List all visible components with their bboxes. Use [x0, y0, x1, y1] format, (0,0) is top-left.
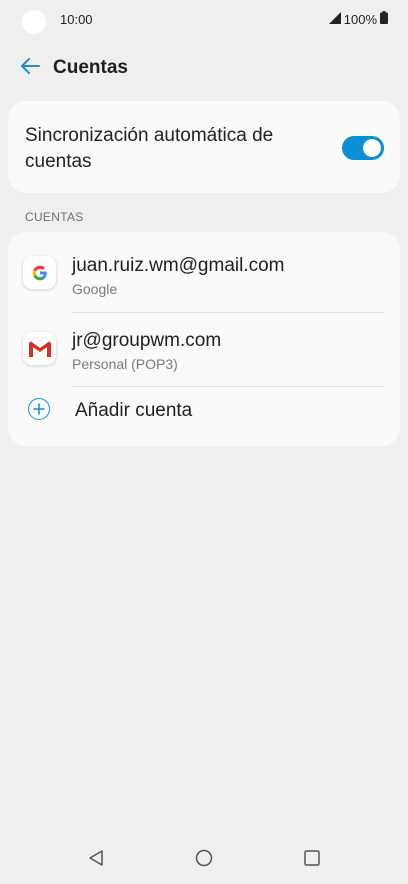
auto-sync-row[interactable]: Sincronización automática de cuentas: [8, 101, 400, 193]
account-type: Personal (POP3): [72, 356, 178, 372]
page-title: Cuentas: [53, 57, 128, 78]
status-bar: 10:00 100%: [0, 0, 408, 40]
nav-back-icon: [87, 849, 105, 872]
back-arrow-icon: [20, 57, 40, 80]
account-item-pop3[interactable]: jr@groupwm.com Personal (POP3): [8, 308, 400, 382]
auto-sync-toggle[interactable]: [342, 136, 384, 160]
nav-home-icon: [194, 848, 214, 873]
battery-icon: [380, 11, 388, 27]
status-indicators: 100%: [328, 11, 388, 27]
gmail-icon: [23, 332, 56, 365]
toggle-knob: [363, 139, 381, 157]
app-bar: Cuentas: [0, 48, 408, 88]
auto-sync-label: Sincronización automática de cuentas: [25, 125, 274, 172]
battery-level: 100%: [343, 11, 377, 27]
nav-home-button[interactable]: [192, 848, 216, 872]
camera-cutout: [22, 10, 46, 34]
add-account-label: Añadir cuenta: [75, 400, 193, 421]
nav-recent-icon: [303, 849, 321, 872]
back-button[interactable]: [16, 54, 44, 82]
account-type: Google: [72, 281, 118, 297]
accounts-section-header: CUENTAS: [25, 210, 84, 224]
system-nav-bar: [0, 836, 408, 884]
nav-back-button[interactable]: [84, 848, 108, 872]
plus-icon: [28, 398, 50, 420]
nav-recent-button[interactable]: [300, 848, 324, 872]
accounts-list: juan.ruiz.wm@gmail.com Google jr@groupwm…: [8, 232, 400, 446]
google-icon: [23, 256, 56, 289]
status-time: 10:00: [60, 12, 93, 27]
account-name: jr@groupwm.com: [72, 330, 222, 351]
signal-icon: [328, 11, 341, 27]
account-name: juan.ruiz.wm@gmail.com: [72, 255, 285, 276]
add-account-button[interactable]: Añadir cuenta: [8, 378, 400, 442]
account-item-google[interactable]: juan.ruiz.wm@gmail.com Google: [8, 232, 400, 306]
